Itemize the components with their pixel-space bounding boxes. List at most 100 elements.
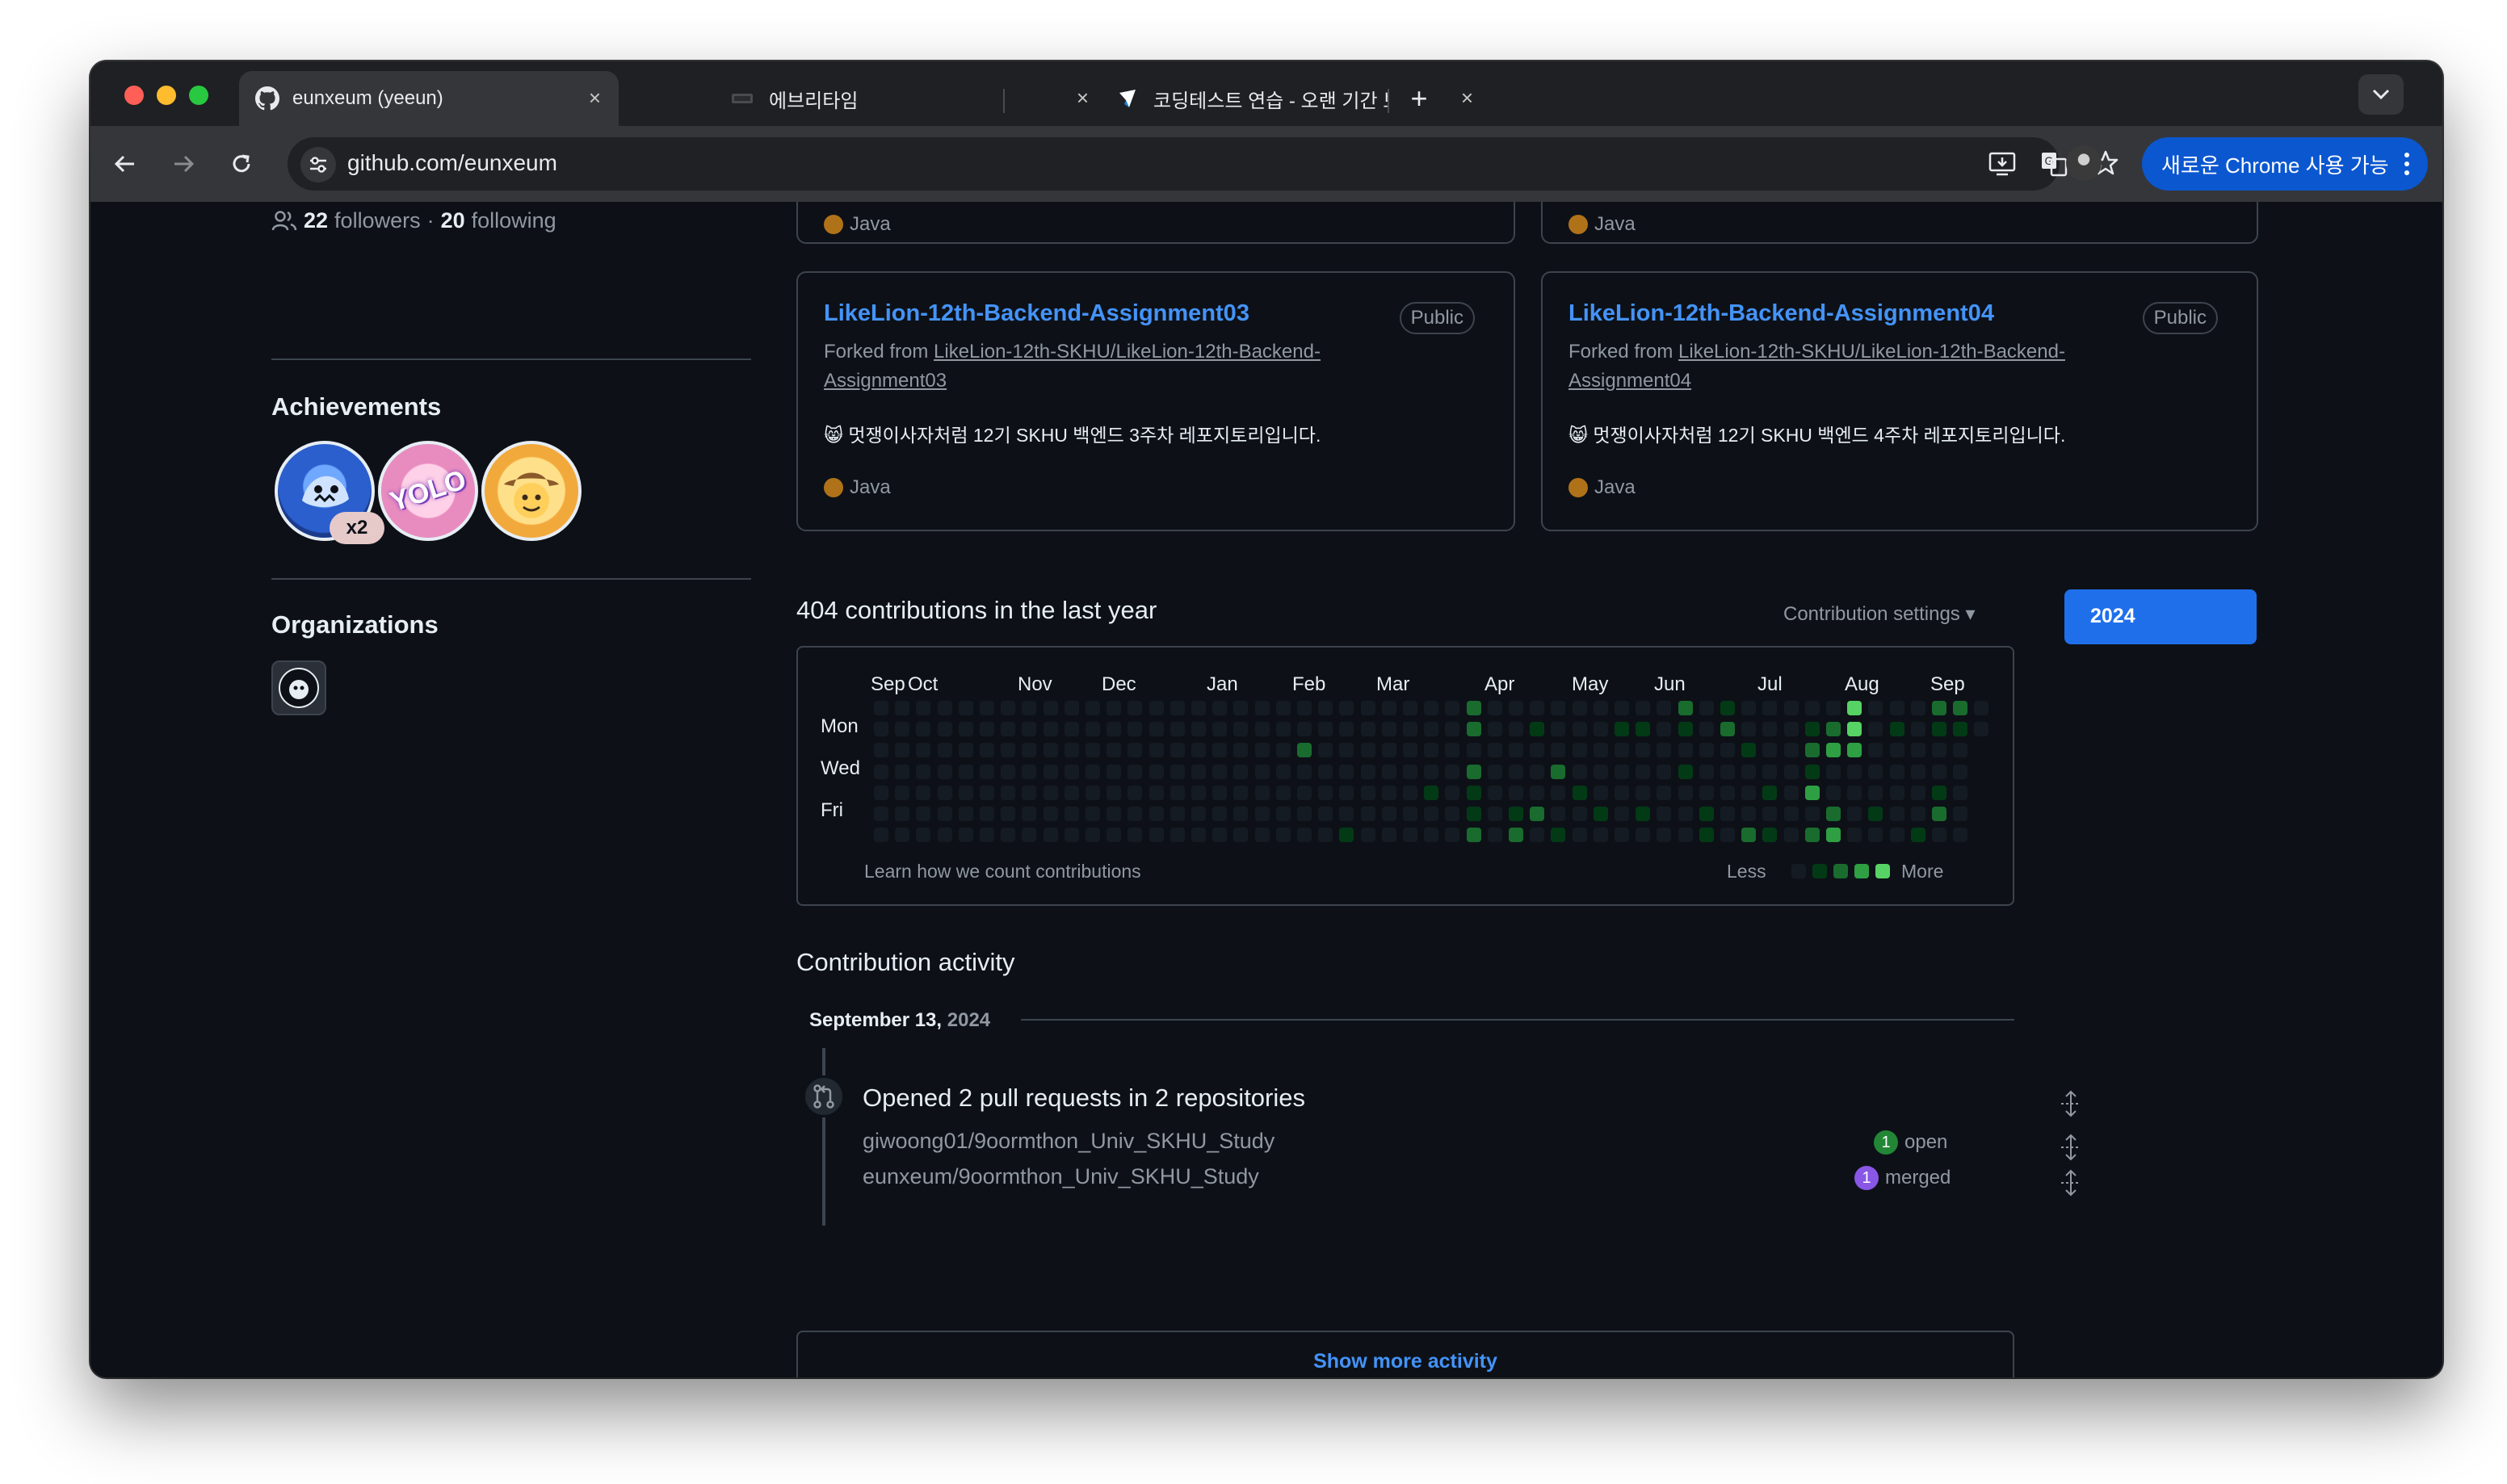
contribution-day-cell[interactable] xyxy=(1086,743,1100,758)
contribution-day-cell[interactable] xyxy=(1847,828,1862,843)
contribution-day-cell[interactable] xyxy=(1297,743,1312,758)
contribution-day-cell[interactable] xyxy=(1360,785,1375,800)
contribution-day-cell[interactable] xyxy=(1551,701,1566,715)
more-vert-icon[interactable] xyxy=(2404,151,2410,177)
contribution-day-cell[interactable] xyxy=(1636,785,1651,800)
contribution-day-cell[interactable] xyxy=(1741,785,1757,800)
contribution-day-cell[interactable] xyxy=(1572,722,1587,737)
unfold-icon[interactable] xyxy=(2060,1134,2082,1165)
contribution-day-cell[interactable] xyxy=(1339,785,1354,800)
contribution-day-cell[interactable] xyxy=(1826,701,1841,715)
contribution-day-cell[interactable] xyxy=(1636,828,1651,843)
contribution-day-cell[interactable] xyxy=(1741,701,1757,715)
contribution-day-cell[interactable] xyxy=(1720,807,1735,821)
contribution-day-cell[interactable] xyxy=(1381,722,1396,737)
contribution-day-cell[interactable] xyxy=(1889,828,1904,843)
contribution-day-cell[interactable] xyxy=(980,828,994,843)
contribution-day-cell[interactable] xyxy=(1741,807,1757,821)
contribution-day-cell[interactable] xyxy=(1445,701,1460,715)
contribution-day-cell[interactable] xyxy=(1212,764,1228,779)
contribution-day-cell[interactable] xyxy=(1783,764,1799,779)
contribution-day-cell[interactable] xyxy=(1804,785,1820,800)
contribution-day-cell[interactable] xyxy=(1615,722,1629,737)
contribution-day-cell[interactable] xyxy=(874,764,888,779)
contribution-day-cell[interactable] xyxy=(1530,701,1545,715)
contribution-day-cell[interactable] xyxy=(916,764,931,779)
contribution-day-cell[interactable] xyxy=(1403,764,1417,779)
contribution-day-cell[interactable] xyxy=(1254,764,1270,779)
contribution-day-cell[interactable] xyxy=(1043,807,1058,821)
contribution-day-cell[interactable] xyxy=(895,785,910,800)
contribution-day-cell[interactable] xyxy=(1022,743,1037,758)
contribution-day-cell[interactable] xyxy=(1022,764,1037,779)
contribution-day-cell[interactable] xyxy=(1001,785,1016,800)
contribution-day-cell[interactable] xyxy=(895,743,910,758)
contribution-day-cell[interactable] xyxy=(1615,743,1629,758)
followers-label[interactable]: followers xyxy=(334,208,421,233)
contribution-day-cell[interactable] xyxy=(1424,764,1439,779)
contribution-day-cell[interactable] xyxy=(1741,764,1757,779)
contribution-day-cell[interactable] xyxy=(1953,743,1968,758)
contribution-day-cell[interactable] xyxy=(1086,701,1100,715)
forward-button[interactable] xyxy=(165,145,202,182)
contribution-day-cell[interactable] xyxy=(1043,764,1058,779)
contribution-day-cell[interactable] xyxy=(1762,722,1778,737)
contribution-day-cell[interactable] xyxy=(1191,764,1206,779)
close-window-button[interactable] xyxy=(124,86,144,105)
contribution-day-cell[interactable] xyxy=(1762,701,1778,715)
contribution-day-cell[interactable] xyxy=(1804,764,1820,779)
contribution-day-cell[interactable] xyxy=(1699,785,1714,800)
contribution-day-cell[interactable] xyxy=(1128,701,1143,715)
contribution-day-cell[interactable] xyxy=(1381,701,1396,715)
contribution-day-cell[interactable] xyxy=(1191,743,1206,758)
back-button[interactable] xyxy=(107,145,144,182)
contribution-day-cell[interactable] xyxy=(1043,701,1058,715)
contribution-day-cell[interactable] xyxy=(1170,785,1185,800)
contribution-day-cell[interactable] xyxy=(1762,785,1778,800)
contribution-day-cell[interactable] xyxy=(1509,807,1523,821)
contribution-day-cell[interactable] xyxy=(1889,764,1904,779)
contribution-day-cell[interactable] xyxy=(1720,701,1735,715)
contribution-day-cell[interactable] xyxy=(1678,828,1693,843)
contribution-day-cell[interactable] xyxy=(1678,785,1693,800)
contribution-day-cell[interactable] xyxy=(1001,828,1016,843)
contribution-day-cell[interactable] xyxy=(1889,722,1904,737)
contribution-day-cell[interactable] xyxy=(1424,785,1439,800)
contribution-day-cell[interactable] xyxy=(1657,722,1672,737)
contribution-day-cell[interactable] xyxy=(1318,828,1333,843)
contribution-day-cell[interactable] xyxy=(1254,701,1270,715)
contribution-day-cell[interactable] xyxy=(1233,743,1249,758)
contribution-day-cell[interactable] xyxy=(1212,785,1228,800)
contribution-day-cell[interactable] xyxy=(1509,828,1523,843)
contribution-day-cell[interactable] xyxy=(1170,701,1185,715)
contribution-day-cell[interactable] xyxy=(1318,701,1333,715)
contribution-day-cell[interactable] xyxy=(1128,743,1143,758)
contribution-day-cell[interactable] xyxy=(1720,722,1735,737)
contribution-day-cell[interactable] xyxy=(1636,722,1651,737)
contribution-day-cell[interactable] xyxy=(1445,743,1460,758)
contribution-day-cell[interactable] xyxy=(1953,807,1968,821)
contribution-day-cell[interactable] xyxy=(1678,764,1693,779)
contribution-day-cell[interactable] xyxy=(1678,743,1693,758)
contribution-day-cell[interactable] xyxy=(958,701,973,715)
contribution-day-cell[interactable] xyxy=(1403,722,1417,737)
contribution-day-cell[interactable] xyxy=(980,701,994,715)
contribution-day-cell[interactable] xyxy=(1572,743,1587,758)
contribution-day-cell[interactable] xyxy=(1572,785,1587,800)
contribution-day-cell[interactable] xyxy=(1889,785,1904,800)
contribution-settings-dropdown[interactable]: Contribution settings ▾ xyxy=(1783,602,1976,626)
contribution-day-cell[interactable] xyxy=(1762,828,1778,843)
contribution-day-cell[interactable] xyxy=(980,785,994,800)
contribution-day-cell[interactable] xyxy=(1403,828,1417,843)
contribution-day-cell[interactable] xyxy=(1783,785,1799,800)
pr-repo-link[interactable]: eunxeum/9oormthon_Univ_SKHU_Study xyxy=(863,1164,1259,1189)
contribution-day-cell[interactable] xyxy=(1910,722,1925,737)
contribution-day-cell[interactable] xyxy=(1551,828,1566,843)
contribution-day-cell[interactable] xyxy=(1297,764,1312,779)
contribution-day-cell[interactable] xyxy=(1445,807,1460,821)
contribution-day-cell[interactable] xyxy=(1043,828,1058,843)
contribution-day-cell[interactable] xyxy=(1593,743,1608,758)
contribution-day-cell[interactable] xyxy=(874,807,888,821)
contribution-day-cell[interactable] xyxy=(1509,785,1523,800)
contribution-day-cell[interactable] xyxy=(1297,807,1312,821)
